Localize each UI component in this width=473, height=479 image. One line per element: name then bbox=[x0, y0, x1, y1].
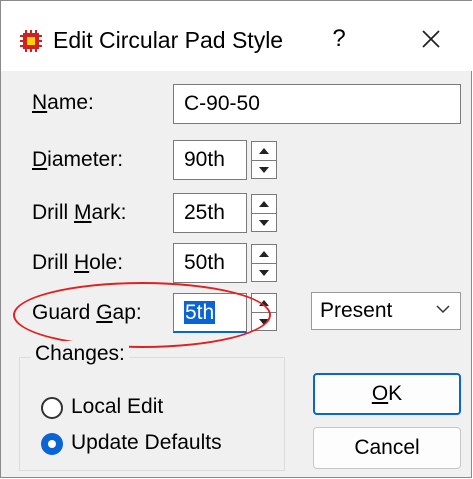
edit-circular-pad-style-dialog: Edit Circular Pad Style ? Name: C-90-50 … bbox=[0, 0, 472, 478]
name-input[interactable]: C-90-50 bbox=[173, 84, 461, 124]
diameter-spinner[interactable] bbox=[251, 141, 277, 179]
spin-down-icon[interactable] bbox=[252, 263, 276, 282]
changes-group-title: Changes: bbox=[31, 341, 129, 367]
help-button[interactable]: ? bbox=[324, 21, 354, 57]
spin-down-icon[interactable] bbox=[252, 213, 276, 232]
spin-down-icon[interactable] bbox=[252, 312, 276, 331]
window-title: Edit Circular Pad Style bbox=[53, 27, 284, 53]
cancel-button[interactable]: Cancel bbox=[313, 427, 461, 469]
update-defaults-label: Update Defaults bbox=[71, 431, 222, 454]
spin-up-icon[interactable] bbox=[252, 245, 276, 263]
local-edit-label: Local Edit bbox=[71, 395, 164, 418]
guard-gap-spinner[interactable] bbox=[251, 293, 277, 331]
close-icon bbox=[422, 30, 440, 48]
drill-mark-input[interactable]: 25th bbox=[173, 193, 247, 233]
close-button[interactable] bbox=[406, 17, 456, 61]
drill-hole-label: Drill Hole: bbox=[32, 251, 124, 274]
title-bar: Edit Circular Pad Style ? bbox=[1, 1, 472, 71]
local-edit-radio[interactable] bbox=[41, 397, 63, 419]
spin-up-icon[interactable] bbox=[252, 195, 276, 213]
name-label: Name: bbox=[32, 91, 94, 114]
spin-down-icon[interactable] bbox=[252, 160, 276, 179]
drill-mark-label: Drill Mark: bbox=[32, 201, 127, 224]
update-defaults-radio[interactable] bbox=[41, 433, 63, 455]
guard-gap-mode-value: Present bbox=[320, 299, 393, 322]
guard-gap-mode-select[interactable]: Present bbox=[311, 292, 461, 330]
spin-up-icon[interactable] bbox=[252, 142, 276, 160]
chevron-down-icon bbox=[436, 305, 450, 314]
guard-gap-label: Guard Gap: bbox=[32, 301, 142, 324]
diameter-label: Diameter: bbox=[32, 148, 124, 171]
ok-button[interactable]: OK bbox=[313, 373, 461, 415]
spin-up-icon[interactable] bbox=[252, 294, 276, 312]
pad-icon bbox=[19, 29, 43, 53]
diameter-input[interactable]: 90th bbox=[173, 140, 247, 180]
drill-mark-spinner[interactable] bbox=[251, 194, 277, 232]
selected-text: 5th bbox=[184, 301, 216, 324]
drill-hole-spinner[interactable] bbox=[251, 244, 277, 282]
drill-hole-input[interactable]: 50th bbox=[173, 243, 247, 283]
guard-gap-input[interactable]: 5th bbox=[173, 293, 247, 333]
